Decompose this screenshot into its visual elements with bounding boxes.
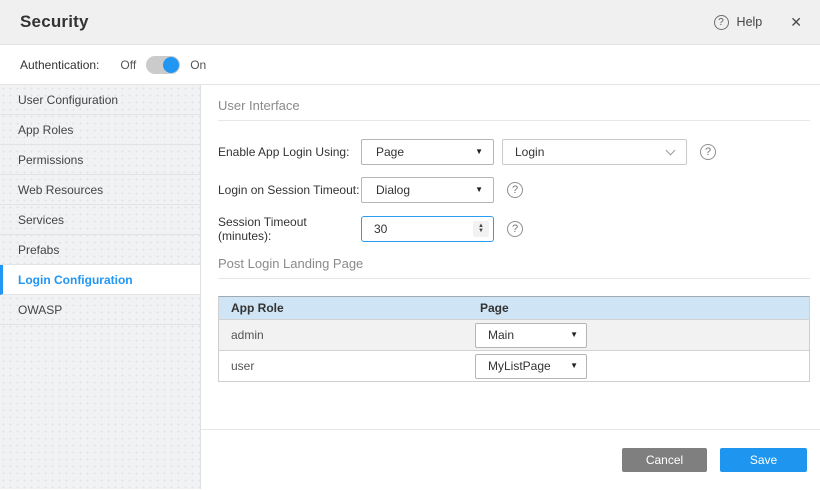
toggle-on-label: On	[190, 58, 206, 72]
title-bar: Security ? Help ✕	[0, 0, 820, 45]
login-session-timeout-label: Login on Session Timeout:	[218, 183, 361, 197]
step-down-icon: ▼	[478, 229, 484, 234]
page-cell: MyListPage ▼	[468, 351, 809, 381]
chevron-down-icon	[666, 146, 676, 156]
login-page-combobox[interactable]: Login	[502, 139, 687, 165]
save-button[interactable]: Save	[720, 448, 807, 472]
help-icon[interactable]: ?	[507, 221, 523, 237]
authentication-bar: Authentication: Off On	[0, 45, 820, 85]
sidebar-item-app-roles[interactable]: App Roles	[0, 115, 200, 145]
sidebar-item-login-configuration[interactable]: Login Configuration	[0, 265, 200, 295]
section-title-user-interface: User Interface	[218, 98, 810, 113]
sidebar-item-web-resources[interactable]: Web Resources	[0, 175, 200, 205]
login-session-timeout-value: Dialog	[376, 183, 410, 197]
session-timeout-row: Session Timeout (minutes): ▲ ▼ ?	[218, 215, 810, 243]
help-icon[interactable]: ?	[714, 15, 729, 30]
section-divider	[218, 278, 810, 279]
login-configuration-content: User Interface Enable App Login Using: P…	[201, 85, 820, 382]
enable-app-login-value: Page	[376, 145, 404, 159]
app-role-cell: admin	[219, 320, 468, 350]
caret-down-icon: ▼	[475, 186, 483, 194]
page-title: Security	[20, 12, 89, 32]
cancel-button[interactable]: Cancel	[622, 448, 707, 472]
enable-app-login-row: Enable App Login Using: Page ▼ Login ?	[218, 139, 810, 165]
sidebar: User Configuration App Roles Permissions…	[0, 85, 201, 489]
sidebar-item-prefabs[interactable]: Prefabs	[0, 235, 200, 265]
security-dialog: Security ? Help ✕ Authentication: Off On…	[0, 0, 820, 490]
authentication-toggle[interactable]	[146, 56, 180, 74]
login-session-timeout-select[interactable]: Dialog ▼	[361, 177, 494, 203]
table-row-user: user MyListPage ▼	[219, 350, 809, 381]
sidebar-item-owasp[interactable]: OWASP	[0, 295, 200, 325]
sidebar-item-permissions[interactable]: Permissions	[0, 145, 200, 175]
section-title-post-login: Post Login Landing Page	[218, 256, 810, 271]
login-session-timeout-row: Login on Session Timeout: Dialog ▼ ?	[218, 177, 810, 203]
caret-down-icon: ▼	[475, 148, 483, 156]
help-link[interactable]: Help	[737, 15, 763, 29]
table-header-row: App Role Page	[219, 297, 809, 319]
column-header-page: Page	[468, 297, 809, 319]
post-login-landing-table: App Role Page admin Main ▼ user	[218, 296, 810, 382]
column-header-app-role: App Role	[219, 297, 468, 319]
session-timeout-label: Session Timeout (minutes):	[218, 215, 361, 243]
titlebar-actions: ? Help ✕	[714, 15, 802, 30]
app-role-cell: user	[219, 351, 468, 381]
caret-down-icon: ▼	[570, 331, 578, 339]
close-icon[interactable]: ✕	[790, 15, 802, 29]
sidebar-item-user-configuration[interactable]: User Configuration	[0, 85, 200, 115]
caret-down-icon: ▼	[570, 362, 578, 370]
main-panel: User Interface Enable App Login Using: P…	[201, 85, 820, 489]
toggle-knob	[163, 57, 179, 73]
number-stepper[interactable]: ▲ ▼	[473, 221, 489, 237]
admin-page-select[interactable]: Main ▼	[475, 323, 587, 348]
user-page-select[interactable]: MyListPage ▼	[475, 354, 587, 379]
login-page-value: Login	[515, 145, 544, 159]
dialog-footer: Cancel Save	[201, 429, 820, 489]
authentication-label: Authentication:	[20, 58, 99, 72]
help-icon[interactable]: ?	[507, 182, 523, 198]
toggle-off-label: Off	[120, 58, 136, 72]
dialog-body: User Configuration App Roles Permissions…	[0, 85, 820, 489]
session-timeout-field-wrap: ▲ ▼	[361, 216, 494, 242]
user-page-value: MyListPage	[488, 359, 551, 373]
table-row-admin: admin Main ▼	[219, 319, 809, 350]
page-cell: Main ▼	[468, 320, 809, 350]
sidebar-item-services[interactable]: Services	[0, 205, 200, 235]
help-icon[interactable]: ?	[700, 144, 716, 160]
enable-app-login-label: Enable App Login Using:	[218, 145, 361, 159]
section-divider	[218, 120, 810, 121]
admin-page-value: Main	[488, 328, 514, 342]
enable-app-login-select[interactable]: Page ▼	[361, 139, 494, 165]
